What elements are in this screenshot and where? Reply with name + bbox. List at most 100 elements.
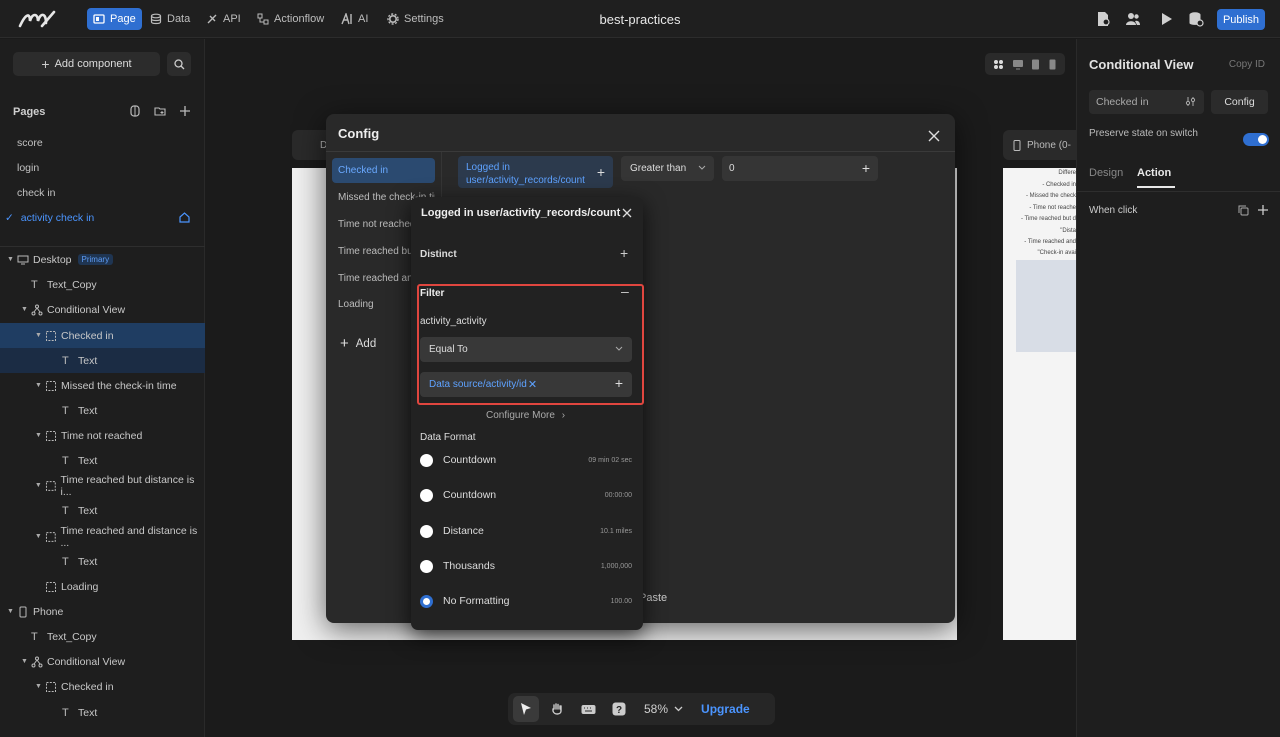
config-button[interactable]: Config <box>1211 90 1268 114</box>
plus-icon[interactable]: + <box>862 160 870 176</box>
publish-button[interactable]: Publish <box>1217 9 1265 30</box>
home-icon[interactable] <box>179 212 190 223</box>
nav-actionflow[interactable]: Actionflow <box>251 8 330 30</box>
tree-item-text[interactable]: T Text <box>0 348 205 373</box>
tree-item-checked-in[interactable]: ▼ Checked in <box>0 674 205 699</box>
copy-icon[interactable] <box>1238 205 1249 216</box>
tab-action[interactable]: Action <box>1137 167 1171 179</box>
paste-button[interactable]: Paste <box>639 592 667 604</box>
caret-down-icon[interactable]: ▼ <box>34 482 43 489</box>
page-settings-icon[interactable] <box>1095 11 1111 27</box>
operator-select[interactable]: Greater than <box>621 156 714 181</box>
zoom-control[interactable]: 58% <box>644 702 683 716</box>
condition-item-checked-in[interactable]: Checked in <box>332 158 435 183</box>
tree-item-time-not-reached[interactable]: ▼ Time not reached <box>0 423 205 448</box>
phone-preview-text: Differe <box>1058 170 1076 176</box>
nav-ai[interactable]: AI <box>335 8 374 30</box>
nav-settings-label: Settings <box>404 13 444 25</box>
page-item-activity-check-in[interactable]: ✓ activity check in <box>5 212 94 224</box>
caret-down-icon[interactable]: ▼ <box>6 256 15 263</box>
radio-button[interactable] <box>420 524 433 538</box>
tree-item-text[interactable]: T Text <box>0 549 205 574</box>
plus-icon[interactable]: + <box>615 375 623 391</box>
format-option[interactable]: No Formatting 100.00 <box>420 591 632 611</box>
tree-item-conditional-view[interactable]: ▼ Conditional View <box>0 297 205 322</box>
format-option[interactable]: Countdown 00:00:00 <box>420 485 632 505</box>
format-option[interactable]: Thousands 1,000,000 <box>420 556 632 576</box>
nav-settings[interactable]: Settings <box>381 8 450 30</box>
hand-tool[interactable] <box>544 696 570 722</box>
caret-down-icon[interactable]: ▼ <box>34 683 43 690</box>
tree-item-conditional-view[interactable]: ▼ Conditional View <box>0 649 205 674</box>
page-item-score[interactable]: score <box>17 137 43 149</box>
phone-view-icon[interactable] <box>1048 59 1057 70</box>
configure-more-link[interactable]: Configure More › <box>486 410 565 421</box>
tree-item-text-copy[interactable]: T Text_Copy <box>0 272 205 297</box>
desktop-view-icon[interactable] <box>1012 59 1024 70</box>
format-option[interactable]: Countdown 09 min 02 sec <box>420 450 632 470</box>
tree-item-text[interactable]: T Text <box>0 498 205 523</box>
tree-item-loading[interactable]: Loading <box>0 574 205 599</box>
tab-design[interactable]: Design <box>1089 167 1123 179</box>
database-settings-icon[interactable] <box>1188 11 1204 27</box>
phone-frame-tab[interactable]: Phone (0- <box>1003 130 1076 160</box>
play-icon[interactable] <box>1158 11 1174 27</box>
tree-item-phone[interactable]: ▼ Phone <box>0 599 205 624</box>
keyboard-tool[interactable] <box>575 696 601 722</box>
close-icon[interactable] <box>622 208 632 218</box>
grid-view-icon[interactable] <box>993 59 1004 70</box>
radio-button[interactable] <box>420 488 433 502</box>
caret-down-icon[interactable]: ▼ <box>20 306 29 313</box>
condition-field-pill[interactable]: Logged in user/activity_records/count + <box>458 156 613 188</box>
tree-item-checked-in[interactable]: ▼ Checked in <box>0 323 205 348</box>
upgrade-link[interactable]: Upgrade <box>701 702 750 716</box>
plus-icon[interactable]: + <box>597 165 605 179</box>
filter-value-input[interactable]: Data source/activity/id ✕ + <box>420 372 632 397</box>
plus-icon[interactable]: + <box>620 245 628 261</box>
caret-down-icon[interactable]: ▼ <box>34 332 43 339</box>
page-layout-icon[interactable] <box>129 105 141 117</box>
tree-item-time-reached-distance-ok[interactable]: ▼ Time reached and distance is ... <box>0 524 205 549</box>
search-button[interactable] <box>167 52 191 76</box>
add-component-button[interactable]: + Add component <box>13 52 160 76</box>
add-action-icon[interactable] <box>1257 204 1269 216</box>
copy-id-button[interactable]: Copy ID <box>1229 59 1265 70</box>
add-page-icon[interactable] <box>179 105 191 117</box>
radio-button[interactable] <box>420 453 433 467</box>
caret-down-icon[interactable]: ▼ <box>34 382 43 389</box>
tree-item-desktop[interactable]: ▼ Desktop Primary <box>0 247 205 272</box>
caret-down-icon[interactable]: ▼ <box>34 533 43 540</box>
tree-item-time-reached-distance-i[interactable]: ▼ Time reached but distance is i... <box>0 473 205 498</box>
page-item-check-in[interactable]: check in <box>17 187 56 199</box>
add-condition-button[interactable]: + Add <box>340 335 376 352</box>
tree-item-missed-check-in[interactable]: ▼ Missed the check-in time <box>0 373 205 398</box>
radio-button-checked[interactable] <box>420 594 433 608</box>
filter-operator-select[interactable]: Equal To <box>420 337 632 362</box>
caret-down-icon[interactable]: ▼ <box>20 658 29 665</box>
tree-item-text[interactable]: T Text <box>0 448 205 473</box>
caret-down-icon[interactable]: ▼ <box>6 608 15 615</box>
remove-icon[interactable]: ✕ <box>528 378 537 391</box>
caret-down-icon[interactable]: ▼ <box>34 432 43 439</box>
page-item-login[interactable]: login <box>17 162 39 174</box>
nav-data[interactable]: Data <box>144 8 196 30</box>
radio-button[interactable] <box>420 559 433 573</box>
nav-api[interactable]: API <box>200 8 247 30</box>
tablet-view-icon[interactable] <box>1031 59 1040 70</box>
help-tool[interactable]: ? <box>606 696 632 722</box>
state-select[interactable]: Checked in <box>1089 90 1204 114</box>
compare-value-input[interactable]: 0 + <box>722 156 878 181</box>
phone-preview[interactable]: Differe - Checked in - Missed the check … <box>1003 168 1076 640</box>
tree-item-text-copy[interactable]: T Text_Copy <box>0 624 205 649</box>
users-icon[interactable] <box>1125 11 1141 27</box>
format-option[interactable]: Distance 10.1 miles <box>420 521 632 541</box>
new-folder-icon[interactable] <box>154 105 166 117</box>
tree-item-text[interactable]: T Text <box>0 700 205 725</box>
close-icon[interactable] <box>927 129 941 143</box>
tree-item-text[interactable]: T Text <box>0 398 205 423</box>
minus-icon[interactable]: – <box>621 283 629 299</box>
nav-page[interactable]: Page <box>87 8 142 30</box>
select-tool[interactable] <box>513 696 539 722</box>
app-logo-icon[interactable] <box>18 9 58 29</box>
preserve-state-toggle[interactable] <box>1243 133 1269 146</box>
